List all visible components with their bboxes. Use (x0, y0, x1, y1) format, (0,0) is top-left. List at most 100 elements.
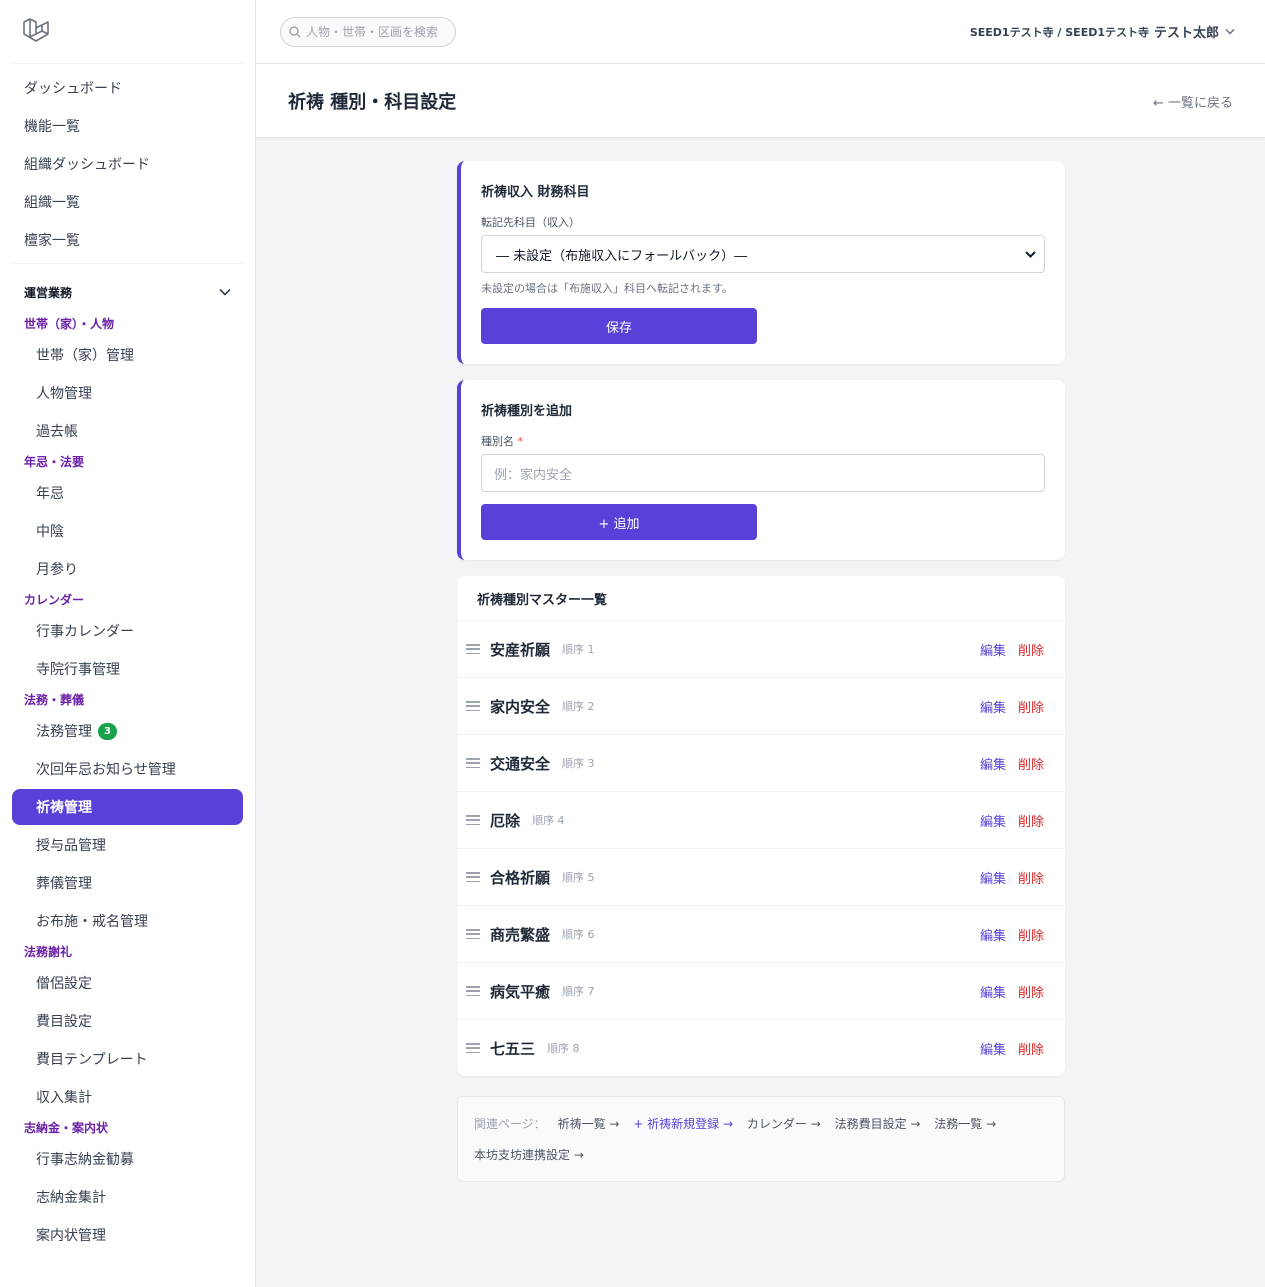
list-item: 合格祈願 順序 5 編集 削除 (457, 849, 1065, 906)
account-card-title: 祈祷収入 財務科目 (481, 185, 590, 200)
edit-button[interactable]: 編集 (980, 754, 1006, 773)
sidebar-group-calendar: カレンダー (24, 593, 85, 607)
edit-button[interactable]: 編集 (980, 982, 1006, 1001)
list-item: 商売繁盛 順序 6 編集 削除 (457, 906, 1065, 963)
save-button[interactable]: 保存 (481, 308, 757, 344)
required-mark: * (517, 435, 524, 448)
delete-button[interactable]: 削除 (1018, 868, 1044, 887)
type-list: 安産祈願 順序 1 編集 削除 家内安全 順序 2 編集 削除 交通安全 順序 3 … (457, 621, 1065, 1076)
sidebar-item-annaijo[interactable]: 案内状管理 (12, 1216, 243, 1254)
related-link-calendar[interactable]: カレンダー → (747, 1117, 821, 1131)
related-label: 関連ページ： (474, 1117, 546, 1131)
list-item: 家内安全 順序 2 編集 削除 (457, 678, 1065, 735)
delete-button[interactable]: 削除 (1018, 811, 1044, 830)
sidebar-group-houmu: 法務・葬儀 (24, 693, 85, 707)
sidebar-item-household-manage[interactable]: 世帯（家）管理 (12, 336, 243, 374)
related-link-kitou-new[interactable]: + 祈祷新規登録 → (633, 1117, 733, 1131)
edit-button[interactable]: 編集 (980, 868, 1006, 887)
sidebar-item-org-dashboard[interactable]: 組織ダッシュボード (12, 146, 243, 184)
related-link-honbou[interactable]: 本坊支坊連携設定 → (474, 1148, 584, 1162)
type-name-label: 種別名 * (481, 433, 1045, 449)
sidebar-item-houmu-manage[interactable]: 法務管理 3 (12, 712, 243, 750)
drag-handle-icon[interactable] (466, 870, 480, 884)
drag-handle-icon[interactable] (466, 756, 480, 770)
drag-handle-icon[interactable] (466, 642, 480, 656)
search-icon (289, 26, 301, 38)
delete-button[interactable]: 削除 (1018, 640, 1044, 659)
type-order: 順序 7 (562, 985, 595, 998)
sidebar-item-himoku-template[interactable]: 費目テンプレート (12, 1040, 243, 1078)
list-item: 七五三 順序 8 編集 削除 (457, 1020, 1065, 1076)
sidebar-divider (12, 263, 243, 264)
drag-handle-icon[interactable] (466, 813, 480, 827)
topbar: SEED1テスト寺 / SEED1テスト寺 テスト太郎 (256, 0, 1265, 64)
sidebar-item-kitou-manage[interactable]: 祈祷管理 (12, 789, 243, 825)
type-name: 厄除 (490, 811, 521, 830)
sidebar-item-juyohin[interactable]: 授与品管理 (12, 826, 243, 864)
logo[interactable] (12, 0, 243, 64)
type-name: 安産祈願 (490, 640, 551, 659)
type-list-card: 祈祷種別マスター一覧 安産祈願 順序 1 編集 削除 家内安全 順序 2 編集 削除… (457, 576, 1065, 1076)
type-name: 病気平癒 (490, 982, 551, 1001)
chevron-down-icon (1225, 28, 1235, 35)
sidebar-item-orgs[interactable]: 組織一覧 (12, 184, 243, 222)
edit-button[interactable]: 編集 (980, 640, 1006, 659)
sidebar-item-event-calendar[interactable]: 行事カレンダー (12, 612, 243, 650)
delete-button[interactable]: 削除 (1018, 982, 1044, 1001)
related-link-houmu-list[interactable]: 法務一覧 → (934, 1117, 996, 1131)
delete-button[interactable]: 削除 (1018, 754, 1044, 773)
delete-button[interactable]: 削除 (1018, 925, 1044, 944)
drag-handle-icon[interactable] (466, 927, 480, 941)
sidebar-item-features[interactable]: 機能一覧 (12, 108, 243, 146)
sidebar-item-ofuse[interactable]: お布施・戒名管理 (12, 902, 243, 940)
sidebar-item-danka[interactable]: 檀家一覧 (12, 222, 243, 260)
related-pages: 関連ページ： 祈祷一覧 → + 祈祷新規登録 → カレンダー → 法務費目設定 … (457, 1096, 1065, 1182)
delete-button[interactable]: 削除 (1018, 697, 1044, 716)
sidebar-item-temple-events[interactable]: 寺院行事管理 (12, 650, 243, 688)
sidebar-item-shinoukin-summary[interactable]: 志納金集計 (12, 1178, 243, 1216)
sidebar-item-souryo[interactable]: 僧侶設定 (12, 964, 243, 1002)
chevron-down-icon (219, 288, 231, 296)
sidebar-item-dashboard[interactable]: ダッシュボード (12, 70, 243, 108)
sidebar-item-income-summary[interactable]: 収入集計 (12, 1078, 243, 1116)
edit-button[interactable]: 編集 (980, 811, 1006, 830)
add-type-card: 祈祷種別を追加 種別名 * 例：家内安全 + 追加 (457, 380, 1065, 560)
sidebar-item-himoku[interactable]: 費目設定 (12, 1002, 243, 1040)
sidebar-item-kakocho[interactable]: 過去帳 (12, 412, 243, 450)
page-title: 祈祷 種別・科目設定 (288, 92, 457, 113)
drag-handle-icon[interactable] (466, 699, 480, 713)
type-name-label-text: 種別名 (481, 435, 514, 448)
delete-button[interactable]: 削除 (1018, 1039, 1044, 1058)
account-card: 祈祷収入 財務科目 転記先科目（収入） ― 未設定（布施収入にフォールバック）―… (457, 161, 1065, 364)
sidebar-item-next-nenki-notice[interactable]: 次回年忌お知らせ管理 (12, 750, 243, 788)
search-box[interactable] (280, 17, 456, 47)
sidebar-item-person-manage[interactable]: 人物管理 (12, 374, 243, 412)
sidebar-item-tsukimairi[interactable]: 月参り (12, 550, 243, 588)
user-menu[interactable]: テスト太郎 (1154, 22, 1235, 41)
count-badge: 3 (98, 722, 117, 740)
sidebar-item-nenki[interactable]: 年忌 (12, 474, 243, 512)
drag-handle-icon[interactable] (466, 1041, 480, 1055)
sidebar-group-households: 世帯（家）・人物 (24, 317, 115, 331)
account-select[interactable]: ― 未設定（布施収入にフォールバック）― (481, 235, 1045, 273)
related-link-kitou-list[interactable]: 祈祷一覧 → (558, 1117, 620, 1131)
type-name: 交通安全 (490, 754, 551, 773)
sidebar-section-operations[interactable]: 運営業務 (12, 272, 243, 312)
account-field-label: 転記先科目（収入） (481, 216, 580, 229)
page-header: 祈祷 種別・科目設定 ← 一覧に戻る (256, 64, 1265, 138)
add-button[interactable]: + 追加 (481, 504, 757, 540)
drag-handle-icon[interactable] (466, 984, 480, 998)
back-link[interactable]: ← 一覧に戻る (1153, 92, 1233, 111)
search-input[interactable] (306, 25, 446, 39)
edit-button[interactable]: 編集 (980, 697, 1006, 716)
edit-button[interactable]: 編集 (980, 925, 1006, 944)
sidebar-item-sougi[interactable]: 葬儀管理 (12, 864, 243, 902)
type-name-input[interactable]: 例：家内安全 (481, 454, 1045, 492)
sidebar-item-chuin[interactable]: 中陰 (12, 512, 243, 550)
sidebar-item-shinoukin-kanbo[interactable]: 行事志納金勧募 (12, 1140, 243, 1178)
related-link-houmu-himoku[interactable]: 法務費目設定 → (835, 1117, 921, 1131)
type-order: 順序 5 (562, 871, 595, 884)
edit-button[interactable]: 編集 (980, 1039, 1006, 1058)
type-name: 家内安全 (490, 697, 551, 716)
type-order: 順序 1 (562, 643, 595, 656)
